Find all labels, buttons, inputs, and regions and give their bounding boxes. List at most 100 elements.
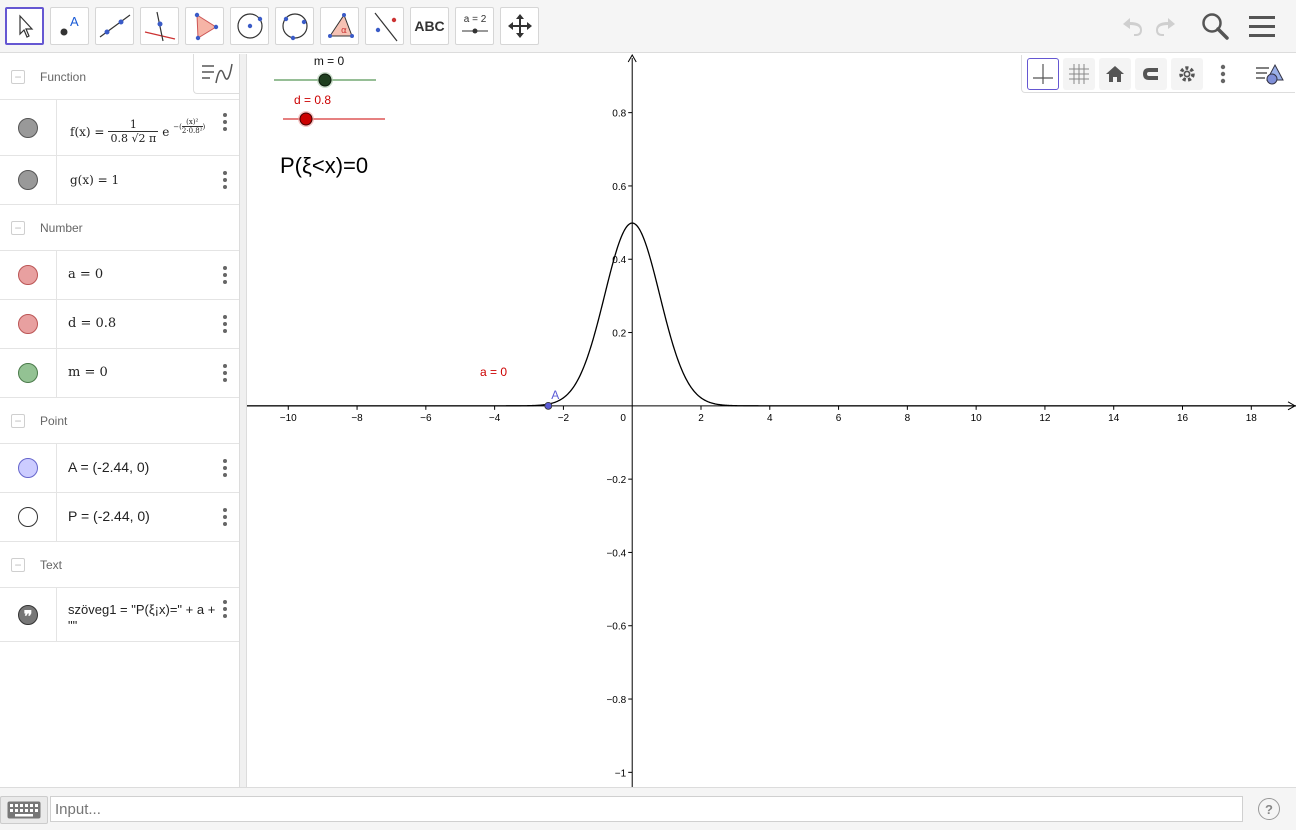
group-header-number[interactable]: − Number (0, 205, 239, 251)
more-options-icon[interactable] (221, 364, 229, 382)
style-bar-toggle-icon (1256, 63, 1284, 85)
more-options-icon[interactable] (221, 315, 229, 333)
point-tool-button[interactable]: A (50, 7, 89, 45)
function-f-prefix: f(x) = (70, 124, 105, 139)
number-m-definition[interactable]: m = 0 (68, 365, 108, 380)
algebra-row-point-a[interactable]: A = (-2.44, 0) (0, 444, 239, 493)
collapse-icon[interactable]: − (11, 69, 25, 84)
visibility-toggle[interactable] (0, 251, 57, 299)
more-options-icon[interactable] (221, 508, 229, 526)
visibility-toggle[interactable] (0, 349, 57, 397)
marble-icon[interactable] (18, 170, 38, 190)
search-button[interactable] (1197, 8, 1233, 44)
circle-center-point-tool-button[interactable] (230, 7, 269, 45)
graphics-style-toggle[interactable] (1254, 58, 1286, 90)
marble-icon[interactable] (18, 117, 38, 138)
quote-icon[interactable]: ❞ (18, 604, 38, 625)
visibility-toggle[interactable]: ❞ (0, 588, 57, 641)
more-options-icon[interactable] (221, 171, 229, 189)
function-f-curve[interactable] (247, 222, 1296, 407)
point-a[interactable] (544, 401, 553, 410)
move-arrows-icon (507, 14, 532, 38)
number-a-definition[interactable]: a = 0 (68, 267, 103, 282)
x-tick-label: 10 (971, 413, 983, 424)
group-title: Function (40, 69, 87, 84)
point-a-definition[interactable]: A = (-2.44, 0) (68, 459, 149, 475)
x-tick-label: −8 (351, 413, 363, 424)
algebra-row-g[interactable]: g(x) = 1 (0, 156, 239, 205)
undo-icon (1123, 18, 1142, 36)
algebra-input-field[interactable] (50, 796, 1243, 822)
show-grid-button[interactable] (1063, 58, 1095, 90)
function-g-definition[interactable]: g(x) = 1 (70, 173, 119, 187)
probability-text[interactable]: P(ξ<x)=0 (280, 153, 368, 178)
y-tick-label: −0.2 (606, 475, 626, 486)
collapse-icon[interactable]: − (11, 413, 25, 428)
slider-m-handle[interactable] (318, 73, 332, 87)
number-d-definition[interactable]: d = 0.8 (68, 316, 116, 331)
x-tick-label: 12 (1039, 413, 1051, 424)
text-tool-label: ABC (414, 18, 445, 34)
fraction-numerator: 1 (129, 118, 137, 131)
more-options-icon[interactable] (221, 459, 229, 477)
view-divider[interactable] (240, 54, 247, 787)
slider-d-label: d = 0.8 (294, 93, 331, 107)
point-capturing-button[interactable] (1135, 58, 1167, 90)
algebra-row-m[interactable]: m = 0 (0, 349, 239, 398)
graphics-settings-button[interactable] (1171, 58, 1203, 90)
visibility-toggle[interactable] (0, 100, 57, 155)
marble-icon[interactable] (18, 458, 38, 478)
graphics-view[interactable]: −10 −8 −6 −4 −2 0 2 4 6 8 10 12 14 16 18 0.8 0.6 0.4 0.2 −0… (247, 54, 1296, 787)
slider-d-handle[interactable] (299, 112, 313, 126)
collapse-icon[interactable]: − (11, 220, 25, 235)
marble-icon[interactable] (18, 507, 38, 527)
reflect-tool-button[interactable] (365, 7, 404, 45)
marble-icon[interactable] (18, 363, 38, 383)
more-options-icon[interactable] (221, 113, 229, 131)
polygon-tool-button[interactable] (185, 7, 224, 45)
marble-icon[interactable] (18, 265, 38, 285)
perpendicular-line-tool-button[interactable] (140, 7, 179, 45)
move-tool-button[interactable] (5, 7, 44, 45)
collapse-icon[interactable]: − (11, 557, 25, 572)
move-graphics-view-tool-button[interactable] (500, 7, 539, 45)
visibility-toggle[interactable] (0, 493, 57, 541)
circle-three-points-tool-button[interactable] (275, 7, 314, 45)
text-definition-line2[interactable]: "" (68, 618, 77, 633)
visibility-toggle[interactable] (0, 156, 57, 204)
input-bar: ? (0, 787, 1296, 830)
x-tick-label: −10 (280, 413, 297, 424)
more-options-icon[interactable] (221, 266, 229, 284)
show-axes-button[interactable] (1027, 58, 1059, 90)
algebra-row-f[interactable]: f(x) = 1 0.8 √2 π e −((x)² 2·0.8²) (0, 100, 239, 156)
redo-button[interactable] (1149, 8, 1185, 44)
algebra-row-d[interactable]: d = 0.8 (0, 300, 239, 349)
exponent-numerator: (x)² (186, 118, 199, 126)
angle-tool-button[interactable]: α (320, 7, 359, 45)
visibility-toggle[interactable] (0, 300, 57, 348)
more-options-icon[interactable] (221, 600, 229, 618)
algebra-row-a[interactable]: a = 0 (0, 251, 239, 300)
perpendicular-line-icon (144, 11, 175, 42)
algebra-row-text[interactable]: ❞ szöveg1 = "P(ξ¡x)=" + a + "" (0, 588, 239, 642)
undo-button[interactable] (1113, 8, 1149, 44)
label-a[interactable]: a = 0 (480, 365, 507, 379)
function-f-definition[interactable]: f(x) = 1 0.8 √2 π e −((x)² 2·0.8²) (70, 118, 205, 145)
point-p-definition[interactable]: P = (-2.44, 0) (68, 508, 150, 524)
line-tool-button[interactable] (95, 7, 134, 45)
graphics-canvas[interactable]: −10 −8 −6 −4 −2 0 2 4 6 8 10 12 14 16 180.80.60.40.2−0… (247, 54, 1296, 787)
more-graphics-options-button[interactable] (1207, 58, 1239, 90)
text-tool-button[interactable]: ABC (410, 7, 449, 45)
marble-icon[interactable] (18, 314, 38, 334)
main-menu-button[interactable] (1244, 8, 1280, 44)
virtual-keyboard-button[interactable] (0, 796, 48, 824)
algebra-style-bar-toggle[interactable] (193, 54, 239, 94)
algebra-row-point-p[interactable]: P = (-2.44, 0) (0, 493, 239, 542)
standard-view-button[interactable] (1099, 58, 1131, 90)
slider-tool-button[interactable]: a = 2 (455, 7, 494, 45)
visibility-toggle[interactable] (0, 444, 57, 492)
text-definition-line1[interactable]: szöveg1 = "P(ξ¡x)=" + a + (68, 602, 234, 617)
group-header-text[interactable]: − Text (0, 542, 239, 588)
group-header-point[interactable]: − Point (0, 398, 239, 444)
help-button[interactable]: ? (1258, 798, 1280, 820)
